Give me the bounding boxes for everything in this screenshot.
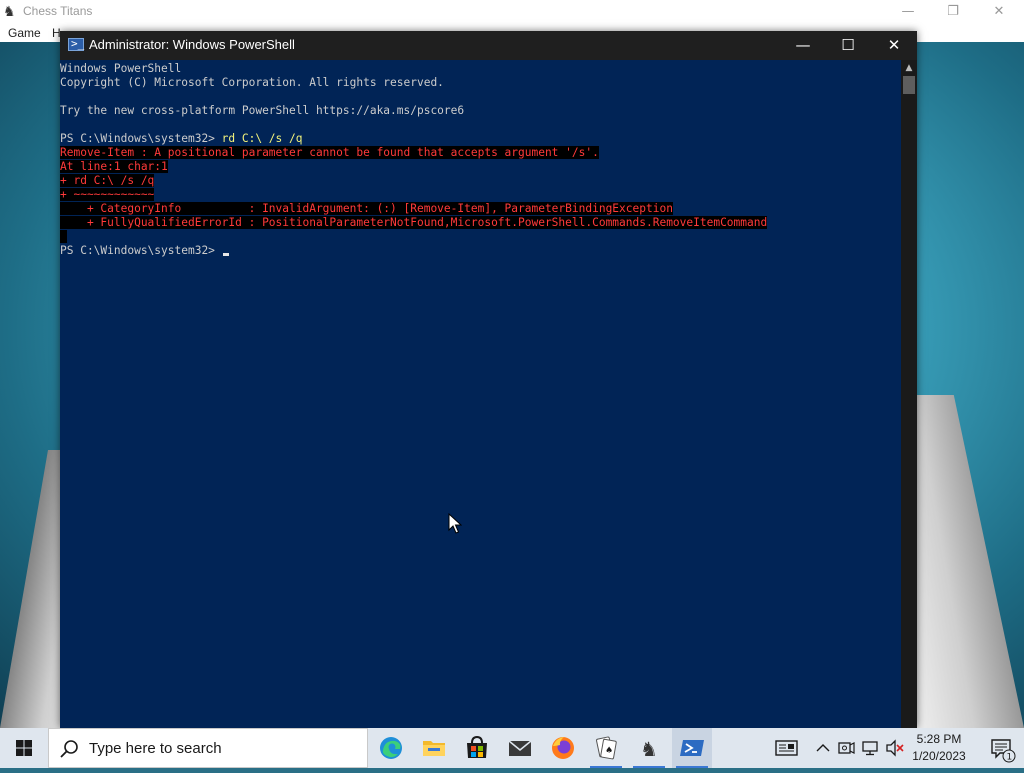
file-explorer-icon: [423, 741, 445, 756]
console-text-line: Windows PowerShell: [60, 62, 182, 75]
taskbar-solitaire[interactable]: ♠: [586, 728, 626, 768]
clock-date: 1/20/2023: [912, 749, 966, 763]
error-text: Remove-Item : A positional parameter can…: [60, 146, 599, 159]
command-text: rd C:\ /s /q: [221, 132, 303, 145]
prompt-text: PS C:\Windows\system32>: [60, 132, 222, 145]
console-scrollbar[interactable]: ▲: [901, 60, 917, 728]
taskbar-powershell[interactable]: [672, 728, 712, 768]
powershell-close-button[interactable]: ✕: [871, 31, 917, 60]
solitaire-icon: ♠: [596, 736, 617, 760]
chess-restore-button[interactable]: ❐: [930, 0, 976, 24]
mouse-pointer-icon: [448, 513, 462, 534]
powershell-icon: [680, 740, 704, 756]
volume-muted-icon: [886, 739, 904, 757]
notification-icon: 1: [991, 739, 1016, 763]
scroll-thumb[interactable]: [903, 76, 915, 94]
meet-now-icon: [838, 742, 855, 754]
console-error-line: + ~~~~~~~~~~~~: [60, 188, 155, 202]
prompt-text: PS C:\Windows\system32>: [60, 244, 222, 257]
tray-volume[interactable]: [884, 728, 906, 768]
menu-game[interactable]: Game: [8, 26, 41, 40]
taskbar-clock[interactable]: 5:28 PM 1/20/2023: [906, 731, 972, 765]
console-prompt-line: PS C:\Windows\system32> rd C:\ /s /q: [60, 132, 302, 146]
taskbar-edge[interactable]: [371, 728, 411, 768]
action-center-button[interactable]: 1: [978, 728, 1024, 768]
console-error-line: + FullyQualifiedErrorId : PositionalPara…: [60, 216, 768, 230]
chess-board-edge-right: [916, 395, 1024, 728]
console-error-line: [60, 230, 67, 244]
microsoft-store-icon: [467, 735, 487, 758]
powershell-titlebar[interactable]: >_ Administrator: Windows PowerShell — ☐…: [60, 31, 917, 60]
clock-time: 5:28 PM: [916, 732, 962, 746]
error-text: [60, 230, 67, 243]
chess-close-button[interactable]: ✕: [976, 0, 1022, 24]
taskbar-microsoft-store[interactable]: [457, 728, 497, 768]
powershell-maximize-button[interactable]: ☐: [825, 31, 871, 60]
powershell-minimize-button[interactable]: —: [780, 31, 826, 60]
chess-titans-title: Chess Titans: [23, 4, 93, 18]
mail-icon: [508, 740, 532, 756]
chess-titans-icon: ♞: [640, 737, 658, 761]
tray-network[interactable]: [860, 728, 882, 768]
firefox-icon: [552, 737, 574, 759]
network-icon: [862, 741, 878, 756]
console-error-line: Remove-Item : A positional parameter can…: [60, 146, 599, 160]
console-text-line: Try the new cross-platform PowerShell ht…: [60, 104, 465, 117]
start-button[interactable]: [0, 728, 48, 768]
console-output[interactable]: Windows PowerShell Copyright (C) Microsof…: [60, 60, 901, 728]
error-text: + FullyQualifiedErrorId : PositionalPara…: [60, 216, 768, 229]
chess-knight-icon: ♞: [3, 4, 16, 20]
console-error-line: At line:1 char:1: [60, 160, 168, 174]
taskbar-chess-titans[interactable]: ♞: [629, 728, 669, 768]
svg-text:♞: ♞: [640, 737, 658, 761]
tray-device[interactable]: [836, 728, 856, 768]
console-active-prompt: PS C:\Windows\system32>: [60, 244, 229, 258]
taskbar-search[interactable]: Type here to search: [48, 728, 368, 768]
news-widget-icon: [775, 740, 798, 756]
windows-logo-icon: [16, 740, 32, 756]
scroll-up-arrow-icon[interactable]: ▲: [901, 62, 917, 74]
chess-titans-titlebar: ♞ Chess Titans — ❐ ✕: [0, 0, 1024, 24]
search-icon: [60, 740, 78, 758]
error-text: At line:1 char:1: [60, 160, 168, 173]
taskbar-file-explorer[interactable]: [414, 728, 454, 768]
taskbar-mail[interactable]: [500, 728, 540, 768]
tray-news[interactable]: [772, 728, 802, 768]
console-text-line: Copyright (C) Microsoft Corporation. All…: [60, 76, 444, 89]
edge-icon: [380, 737, 402, 759]
chess-minimize-button[interactable]: —: [885, 0, 931, 24]
error-text: + ~~~~~~~~~~~~: [60, 188, 155, 201]
tray-show-hidden[interactable]: [812, 728, 834, 768]
powershell-icon: >_: [68, 37, 84, 51]
search-placeholder: Type here to search: [89, 740, 222, 757]
text-cursor: [222, 253, 229, 256]
error-text: + rd C:\ /s /q: [60, 174, 155, 187]
chevron-up-icon: [816, 744, 830, 752]
powershell-window: >_ Administrator: Windows PowerShell — ☐…: [60, 31, 917, 728]
powershell-title: Administrator: Windows PowerShell: [89, 37, 295, 52]
error-text: + CategoryInfo : InvalidArgument: (:) [R…: [60, 202, 673, 215]
console-error-line: + CategoryInfo : InvalidArgument: (:) [R…: [60, 202, 673, 216]
taskbar-firefox[interactable]: [543, 728, 583, 768]
console-error-line: + rd C:\ /s /q: [60, 174, 155, 188]
svg-text:1: 1: [1007, 753, 1013, 763]
svg-text:♠: ♠: [605, 746, 613, 756]
taskbar: Type here to search ♠ ♞ 5:28 PM 1/20/202…: [0, 728, 1024, 768]
